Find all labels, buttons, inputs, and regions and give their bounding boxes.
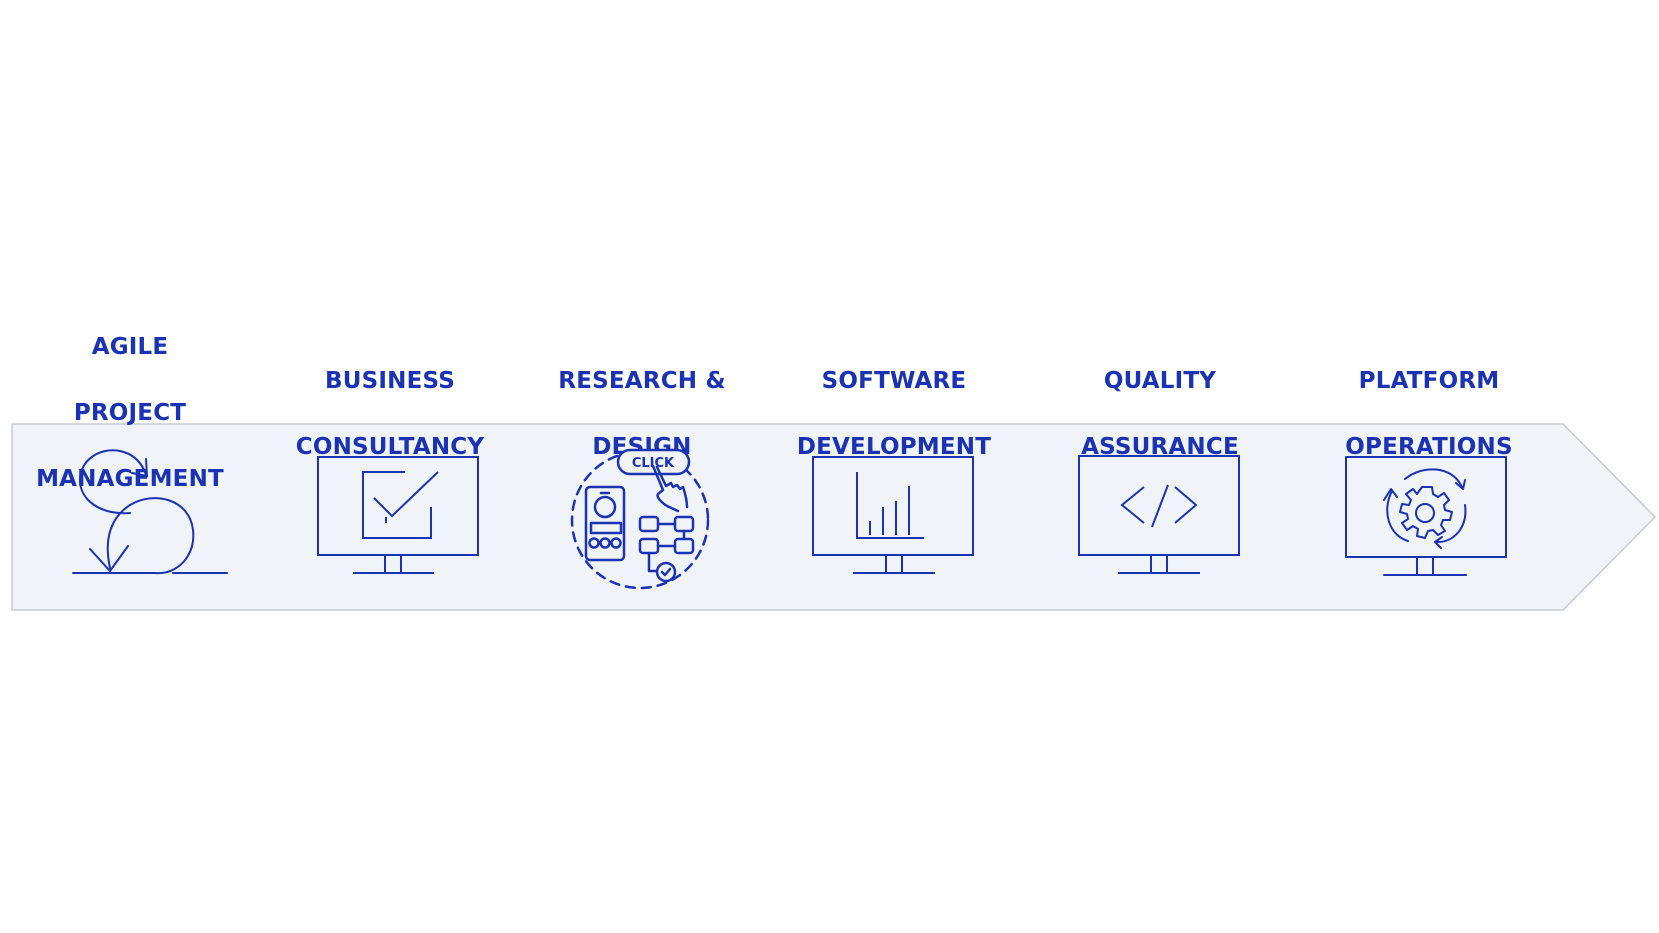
monitor-checkmark-icon — [315, 455, 480, 580]
monitor-code-icon — [1078, 455, 1243, 580]
ux-research-click-icon: CLICK — [565, 445, 715, 595]
title-line: QUALITY — [1103, 368, 1217, 394]
title-line: RESEARCH & — [558, 368, 726, 394]
agile-cycle-icon — [60, 445, 240, 580]
title-line: SOFTWARE — [821, 368, 967, 394]
title-line: BUSINESS — [325, 368, 455, 394]
monitor-bar-chart-icon — [811, 455, 976, 580]
title-line: AGILE — [91, 334, 169, 360]
title-line: PROJECT — [73, 400, 187, 426]
monitor-gear-cycle-icon — [1344, 455, 1509, 580]
title-line: PLATFORM — [1358, 368, 1500, 394]
